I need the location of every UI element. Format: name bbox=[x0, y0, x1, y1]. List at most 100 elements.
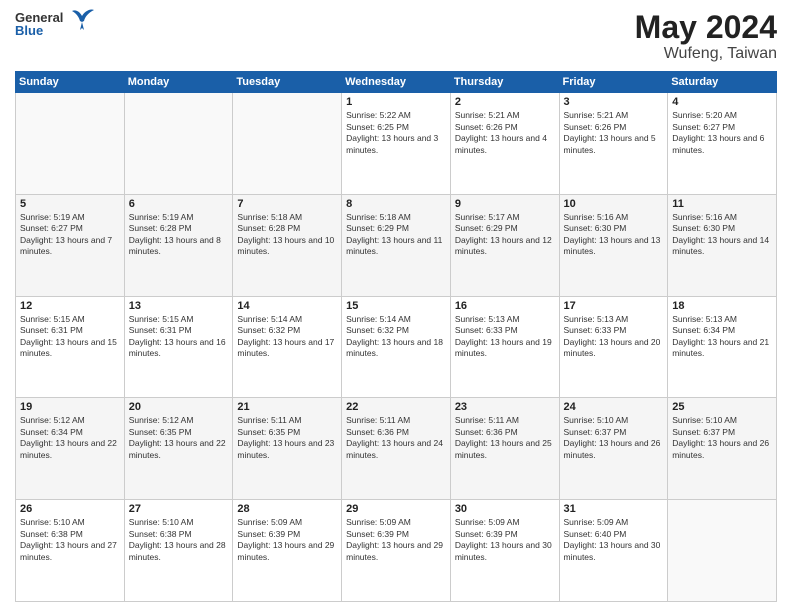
cell-info: Daylight: 13 hours and 10 minutes. bbox=[237, 235, 337, 258]
cell-info: Sunrise: 5:21 AM bbox=[455, 110, 555, 121]
cell-info: Sunrise: 5:22 AM bbox=[346, 110, 446, 121]
cell-info: Daylight: 13 hours and 13 minutes. bbox=[564, 235, 664, 258]
calendar-cell: 9Sunrise: 5:17 AMSunset: 6:29 PMDaylight… bbox=[450, 194, 559, 296]
cell-info: Daylight: 13 hours and 21 minutes. bbox=[672, 337, 772, 360]
cell-info: Sunrise: 5:09 AM bbox=[346, 517, 446, 528]
cell-info: Sunset: 6:30 PM bbox=[564, 223, 664, 234]
calendar-cell: 22Sunrise: 5:11 AMSunset: 6:36 PMDayligh… bbox=[342, 398, 451, 500]
cell-info: Daylight: 13 hours and 8 minutes. bbox=[129, 235, 229, 258]
cell-info: Daylight: 13 hours and 5 minutes. bbox=[564, 133, 664, 156]
cell-info: Sunset: 6:33 PM bbox=[455, 325, 555, 336]
calendar-cell: 28Sunrise: 5:09 AMSunset: 6:39 PMDayligh… bbox=[233, 500, 342, 602]
day-number: 31 bbox=[564, 503, 664, 515]
day-header-monday: Monday bbox=[124, 72, 233, 93]
day-number: 16 bbox=[455, 300, 555, 312]
day-number: 29 bbox=[346, 503, 446, 515]
day-number: 10 bbox=[564, 198, 664, 210]
calendar-cell: 31Sunrise: 5:09 AMSunset: 6:40 PMDayligh… bbox=[559, 500, 668, 602]
day-number: 6 bbox=[129, 198, 229, 210]
title-block: May 2024 Wufeng, Taiwan bbox=[635, 10, 777, 63]
day-number: 4 bbox=[672, 96, 772, 108]
calendar-cell: 23Sunrise: 5:11 AMSunset: 6:36 PMDayligh… bbox=[450, 398, 559, 500]
day-number: 7 bbox=[237, 198, 337, 210]
cell-info: Daylight: 13 hours and 18 minutes. bbox=[346, 337, 446, 360]
logo-bird-icon bbox=[66, 4, 98, 36]
cell-info: Sunset: 6:34 PM bbox=[20, 427, 120, 438]
day-number: 27 bbox=[129, 503, 229, 515]
cell-info: Daylight: 13 hours and 14 minutes. bbox=[672, 235, 772, 258]
cell-info: Sunrise: 5:14 AM bbox=[237, 314, 337, 325]
cell-info: Sunrise: 5:17 AM bbox=[455, 212, 555, 223]
cell-info: Sunrise: 5:20 AM bbox=[672, 110, 772, 121]
calendar-week-row: 1Sunrise: 5:22 AMSunset: 6:25 PMDaylight… bbox=[16, 93, 777, 195]
calendar-cell: 7Sunrise: 5:18 AMSunset: 6:28 PMDaylight… bbox=[233, 194, 342, 296]
cell-info: Sunset: 6:25 PM bbox=[346, 122, 446, 133]
cell-info: Sunset: 6:28 PM bbox=[129, 223, 229, 234]
day-number: 19 bbox=[20, 401, 120, 413]
calendar-cell: 24Sunrise: 5:10 AMSunset: 6:37 PMDayligh… bbox=[559, 398, 668, 500]
header: General Blue May 2024 Wufeng, Taiwan bbox=[15, 10, 777, 63]
calendar-cell: 19Sunrise: 5:12 AMSunset: 6:34 PMDayligh… bbox=[16, 398, 125, 500]
month-year: May 2024 bbox=[635, 10, 777, 45]
cell-info: Sunset: 6:32 PM bbox=[237, 325, 337, 336]
cell-info: Sunrise: 5:12 AM bbox=[129, 415, 229, 426]
day-header-thursday: Thursday bbox=[450, 72, 559, 93]
cell-info: Sunset: 6:35 PM bbox=[129, 427, 229, 438]
day-number: 18 bbox=[672, 300, 772, 312]
day-header-row: SundayMondayTuesdayWednesdayThursdayFrid… bbox=[16, 72, 777, 93]
day-number: 23 bbox=[455, 401, 555, 413]
cell-info: Sunset: 6:39 PM bbox=[455, 529, 555, 540]
calendar-table: SundayMondayTuesdayWednesdayThursdayFrid… bbox=[15, 71, 777, 602]
cell-info: Daylight: 13 hours and 27 minutes. bbox=[20, 540, 120, 563]
calendar-cell: 10 Sunrise: 5:16 AMSunset: 6:30 PMDayligh… bbox=[559, 194, 668, 296]
day-header-tuesday: Tuesday bbox=[233, 72, 342, 93]
cell-info: Daylight: 13 hours and 28 minutes. bbox=[129, 540, 229, 563]
calendar-cell: 27Sunrise: 5:10 AMSunset: 6:38 PMDayligh… bbox=[124, 500, 233, 602]
cell-info: Daylight: 13 hours and 24 minutes. bbox=[346, 438, 446, 461]
cell-info: Sunrise: 5:16 AM bbox=[672, 212, 772, 223]
cell-info: Daylight: 13 hours and 6 minutes. bbox=[672, 133, 772, 156]
cell-info: Sunrise: 5:09 AM bbox=[564, 517, 664, 528]
cell-info: Sunrise: 5:19 AM bbox=[20, 212, 120, 223]
cell-info: Sunset: 6:30 PM bbox=[672, 223, 772, 234]
cell-info: Daylight: 13 hours and 26 minutes. bbox=[672, 438, 772, 461]
calendar-cell: 5Sunrise: 5:19 AMSunset: 6:27 PMDaylight… bbox=[16, 194, 125, 296]
calendar-cell: 29Sunrise: 5:09 AMSunset: 6:39 PMDayligh… bbox=[342, 500, 451, 602]
cell-info: Sunrise: 5:21 AM bbox=[564, 110, 664, 121]
day-number: 3 bbox=[564, 96, 664, 108]
cell-info: Sunset: 6:38 PM bbox=[20, 529, 120, 540]
calendar-cell: 15Sunrise: 5:14 AMSunset: 6:32 PMDayligh… bbox=[342, 296, 451, 398]
cell-info: Sunrise: 5:15 AM bbox=[20, 314, 120, 325]
cell-info: Sunset: 6:33 PM bbox=[564, 325, 664, 336]
cell-info: Sunrise: 5:12 AM bbox=[20, 415, 120, 426]
day-number: 14 bbox=[237, 300, 337, 312]
cell-info: Sunset: 6:28 PM bbox=[237, 223, 337, 234]
cell-info: Sunset: 6:37 PM bbox=[564, 427, 664, 438]
cell-info: Daylight: 13 hours and 7 minutes. bbox=[20, 235, 120, 258]
day-number: 21 bbox=[237, 401, 337, 413]
cell-info: Sunset: 6:40 PM bbox=[564, 529, 664, 540]
cell-info: Sunset: 6:29 PM bbox=[346, 223, 446, 234]
calendar-cell: 1Sunrise: 5:22 AMSunset: 6:25 PMDaylight… bbox=[342, 93, 451, 195]
page: General Blue May 2024 Wufeng, Taiwan Sun… bbox=[0, 0, 792, 612]
cell-info: Daylight: 13 hours and 20 minutes. bbox=[564, 337, 664, 360]
cell-info: Sunset: 6:34 PM bbox=[672, 325, 772, 336]
calendar-cell: 25Sunrise: 5:10 AMSunset: 6:37 PMDayligh… bbox=[668, 398, 777, 500]
cell-info: Daylight: 13 hours and 29 minutes. bbox=[346, 540, 446, 563]
day-header-saturday: Saturday bbox=[668, 72, 777, 93]
day-number: 28 bbox=[237, 503, 337, 515]
calendar-week-row: 12Sunrise: 5:15 AMSunset: 6:31 PMDayligh… bbox=[16, 296, 777, 398]
calendar-cell bbox=[233, 93, 342, 195]
cell-info: Sunrise: 5:16 AM bbox=[564, 212, 664, 223]
cell-info: Daylight: 13 hours and 11 minutes. bbox=[346, 235, 446, 258]
cell-info: Daylight: 13 hours and 17 minutes. bbox=[237, 337, 337, 360]
cell-info: Sunset: 6:26 PM bbox=[455, 122, 555, 133]
logo: General Blue bbox=[15, 10, 98, 38]
calendar-cell: 17Sunrise: 5:13 AMSunset: 6:33 PMDayligh… bbox=[559, 296, 668, 398]
cell-info: Daylight: 13 hours and 12 minutes. bbox=[455, 235, 555, 258]
cell-info: Sunset: 6:32 PM bbox=[346, 325, 446, 336]
cell-info: Sunset: 6:39 PM bbox=[237, 529, 337, 540]
calendar-cell bbox=[124, 93, 233, 195]
day-number: 5 bbox=[20, 198, 120, 210]
cell-info: Sunrise: 5:14 AM bbox=[346, 314, 446, 325]
